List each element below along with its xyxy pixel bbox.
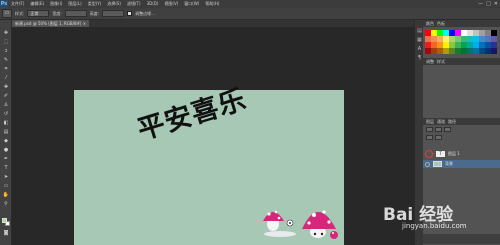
brush-tool-icon[interactable]: ✐ <box>2 93 10 100</box>
opacity-input[interactable] <box>444 127 451 132</box>
text-layer-thumbnail: T <box>436 151 445 157</box>
refine-checkbox[interactable] <box>127 11 133 16</box>
menu-item[interactable]: 视图(V) <box>161 1 181 7</box>
adjustments-panel-tabs: 调整 样式 <box>423 58 500 65</box>
clone-stamp-tool-icon[interactable]: ♙ <box>2 102 10 109</box>
menu-item[interactable]: 图像(I) <box>47 1 65 7</box>
tab-adjustments[interactable]: 调整 <box>426 59 434 65</box>
style-label: 样式: <box>15 10 25 16</box>
quick-mask-icon[interactable]: ◙ <box>2 230 10 237</box>
eye-icon[interactable] <box>425 150 433 158</box>
document-tab-bar: 新建.psd @ 50% (图层 1, RGB/8#) × <box>12 20 414 27</box>
history-brush-tool-icon[interactable]: ↺ <box>2 111 10 118</box>
tab-layers[interactable]: 图层 <box>426 119 434 125</box>
menu-item[interactable]: 窗口(W) <box>181 1 202 7</box>
menu-item[interactable]: 3D(D) <box>144 1 162 7</box>
tab-styles[interactable]: 样式 <box>437 59 445 65</box>
history-panel-icon[interactable]: ▤ <box>416 28 423 34</box>
shape-tool-icon[interactable]: ▭ <box>2 183 10 190</box>
crop-tool-icon[interactable]: ⌗ <box>2 66 10 73</box>
fill-input[interactable] <box>435 135 442 140</box>
type-tool-icon[interactable]: T <box>2 165 10 172</box>
tool-preset-picker[interactable]: ▭ <box>2 9 12 18</box>
minimize-button[interactable]: — <box>478 1 483 7</box>
eye-icon[interactable] <box>425 161 430 167</box>
photoshop-logo: Ps <box>0 0 8 8</box>
hand-tool-icon[interactable]: ✋ <box>2 192 10 199</box>
menu-item[interactable]: 文件(F) <box>8 1 27 7</box>
options-bar: ▭ 样式: 正常 宽度: 高度: 调整边缘... <box>0 8 500 20</box>
lasso-tool-icon[interactable]: ↄ <box>2 48 10 55</box>
menu-item[interactable]: 图层(L) <box>65 1 84 7</box>
pen-tool-icon[interactable]: ✒ <box>2 156 10 163</box>
layer-row-1[interactable]: T 图层 1 <box>423 150 500 158</box>
layers-panel-tabs: 图层 通道 路径 <box>423 118 500 125</box>
lock-icon[interactable] <box>426 135 433 140</box>
path-select-tool-icon[interactable]: ➤ <box>2 174 10 181</box>
menu-item[interactable]: 帮助(H) <box>202 1 222 7</box>
healing-brush-tool-icon[interactable]: ✚ <box>2 84 10 91</box>
tab-color[interactable]: 颜色 <box>426 21 434 27</box>
style-select[interactable]: 正常 <box>27 10 50 17</box>
swatch-grid <box>425 30 498 56</box>
layers-lock-row <box>423 135 500 140</box>
height-label: 高度: <box>89 10 100 16</box>
window-controls: — □ ✕ <box>478 0 498 8</box>
tab-paths[interactable]: 路径 <box>448 119 456 125</box>
character-panel-icon[interactable]: A <box>416 46 423 52</box>
properties-panel-icon[interactable]: ▦ <box>416 37 423 43</box>
paragraph-panel-icon[interactable]: ¶ <box>416 55 423 61</box>
zoom-tool-icon[interactable]: ⚲ <box>2 201 10 208</box>
maximize-button[interactable]: □ <box>486 1 491 7</box>
document-tab[interactable]: 新建.psd @ 50% (图层 1, RGB/8#) × <box>12 20 90 27</box>
blur-tool-icon[interactable]: ◆ <box>2 138 10 145</box>
tab-channels[interactable]: 通道 <box>437 119 445 125</box>
dodge-tool-icon[interactable]: ● <box>2 147 10 154</box>
layers-filter-row <box>423 127 500 132</box>
quick-select-tool-icon[interactable]: ✎ <box>2 57 10 64</box>
layers-panel-footer <box>423 234 500 244</box>
watermark-url: jingyan.baidu.com <box>402 222 467 230</box>
layer-name: 图层 1 <box>448 151 460 156</box>
menu-item[interactable]: 选择(S) <box>104 1 124 7</box>
tools-panel: ✥ ⬚ ↄ ✎ ⌗ ⁄ ✚ ✐ ♙ ↺ ◧ ▤ ◆ ● ✒ T ➤ ▭ ✋ ⚲ … <box>0 20 12 245</box>
eyedropper-tool-icon[interactable]: ⁄ <box>2 75 10 82</box>
menu-item[interactable]: 类型(Y) <box>85 1 105 7</box>
foreground-color-swatch[interactable] <box>2 218 7 223</box>
width-label: 宽度: <box>52 10 62 16</box>
eraser-tool-icon[interactable]: ◧ <box>2 120 10 127</box>
document-workspace <box>12 27 414 245</box>
marquee-tool-icon[interactable]: ⬚ <box>2 39 10 46</box>
menu-bar: Ps 文件(F) 编辑(E) 图像(I) 图层(L) 类型(Y) 选择(S) 滤镜(T) 3D… <box>0 0 500 8</box>
layer-name: 背景 <box>445 161 453 166</box>
gradient-tool-icon[interactable]: ▤ <box>2 129 10 136</box>
move-tool-icon[interactable]: ✥ <box>2 30 10 37</box>
color-swatch[interactable] <box>491 48 497 54</box>
menu-item[interactable]: 滤镜(T) <box>124 1 144 7</box>
background-layer-thumbnail <box>433 161 442 167</box>
blend-mode-select[interactable] <box>435 127 442 132</box>
layer-row-background[interactable]: 背景 <box>423 160 500 168</box>
layer-filter-select[interactable] <box>426 127 433 132</box>
refine-edge-label[interactable]: 调整边缘... <box>135 11 155 17</box>
menu-item[interactable]: 编辑(E) <box>27 1 47 7</box>
close-button[interactable]: ✕ <box>494 1 498 7</box>
height-input[interactable] <box>102 10 125 17</box>
width-input[interactable] <box>64 10 87 17</box>
swatches-panel-tabs: 颜色 色板 <box>423 20 500 27</box>
tab-swatches[interactable]: 色板 <box>437 21 445 27</box>
